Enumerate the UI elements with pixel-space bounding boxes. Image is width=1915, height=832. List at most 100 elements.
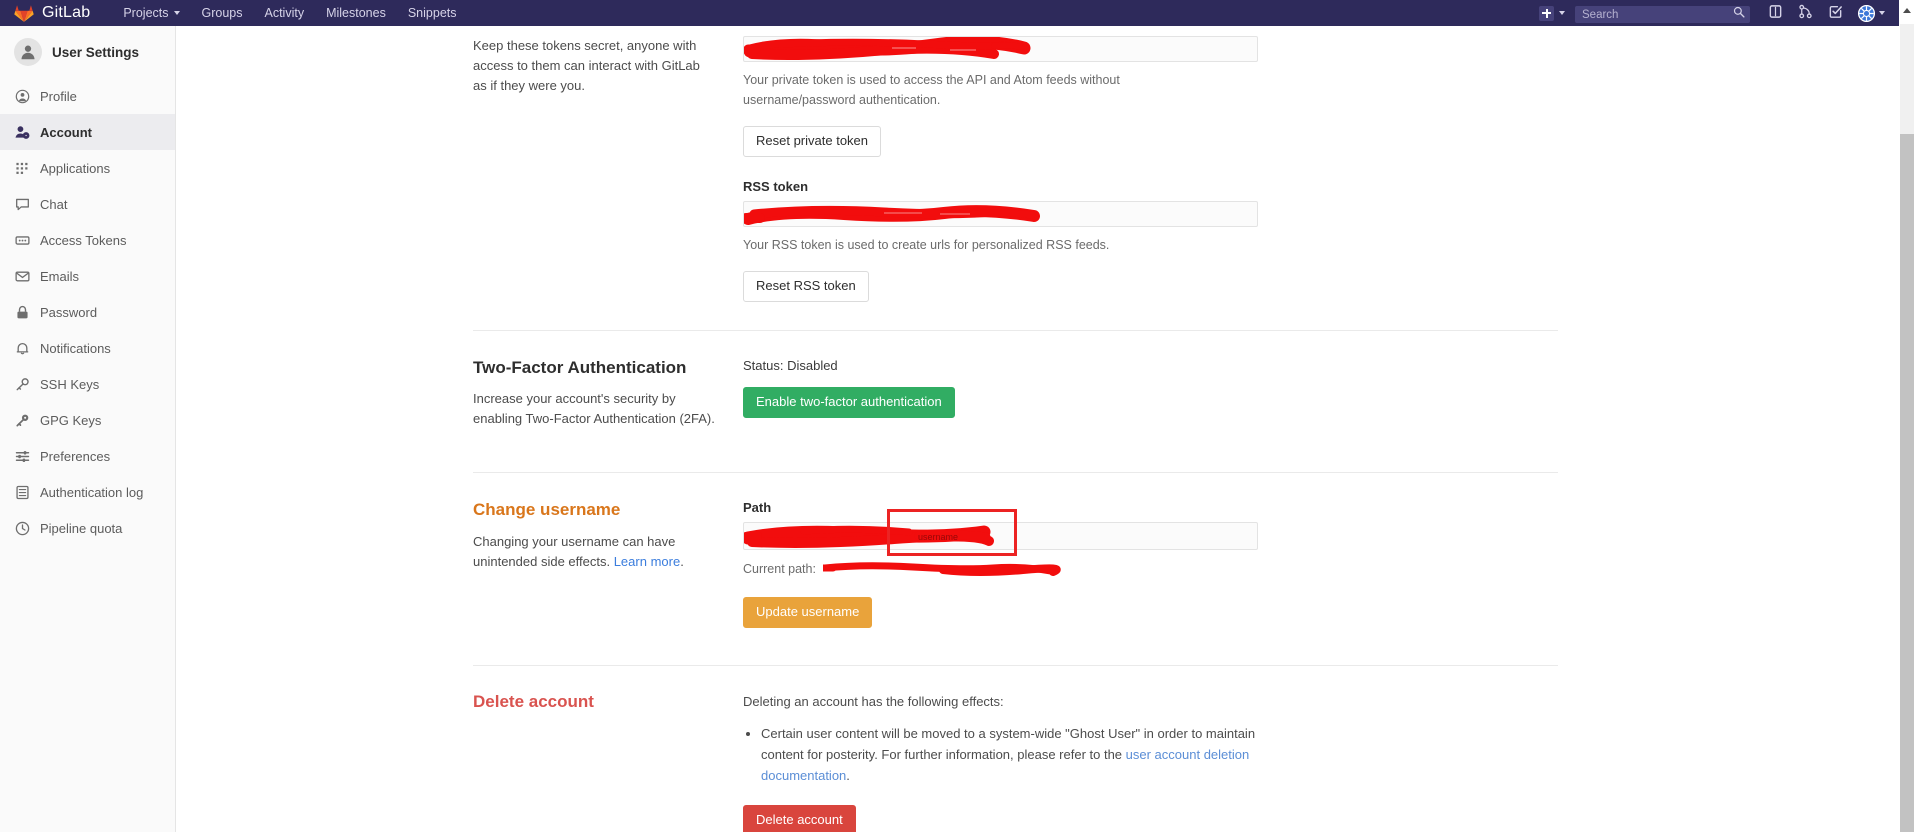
- sidebar-item-label: Account: [40, 124, 92, 140]
- sidebar-item-password[interactable]: Password: [0, 294, 175, 330]
- navbar-right-group: [1531, 0, 1899, 26]
- sidebar-item-pipeline-quota[interactable]: Pipeline quota: [0, 510, 175, 546]
- change-username-description: Changing your username can have unintend…: [473, 532, 715, 572]
- divider-change-username: [473, 472, 1558, 474]
- current-path-line: Current path:: [743, 562, 1558, 580]
- redaction-scribble: [744, 204, 1040, 225]
- sidebar-item-notifications[interactable]: Notifications: [0, 330, 175, 366]
- sidebar-item-label: Authentication log: [40, 484, 144, 500]
- nav-link-groups[interactable]: Groups: [191, 0, 254, 26]
- delete-account-left: Delete account: [473, 692, 743, 832]
- sidebar-item-ssh-keys[interactable]: SSH Keys: [0, 366, 175, 402]
- two-factor-status: Status: Disabled: [743, 357, 838, 373]
- issues-button[interactable]: [1760, 0, 1790, 26]
- user-gear-icon: [14, 124, 30, 140]
- merge-requests-icon: [1798, 4, 1813, 22]
- svg-text:username: username: [918, 532, 958, 542]
- gitlab-brand[interactable]: GitLab: [0, 0, 112, 26]
- sidebar-item-account[interactable]: Account: [0, 114, 175, 150]
- account-settings-content: Keep these tokens secret, anyone with ac…: [176, 26, 1899, 832]
- change-username-section: Change username Changing your username c…: [473, 500, 1558, 629]
- reset-rss-token-button[interactable]: Reset RSS token: [743, 270, 869, 302]
- nav-link-activity-label: Activity: [264, 6, 305, 20]
- chevron-down-icon: [1879, 11, 1885, 15]
- gitlab-brand-label: GitLab: [42, 4, 91, 21]
- sidebar-item-label: Pipeline quota: [40, 520, 123, 536]
- search-box[interactable]: [1575, 5, 1750, 23]
- nav-link-milestones-label: Milestones: [326, 6, 386, 20]
- bell-icon: [14, 340, 30, 356]
- private-token-help: Your private token is used to access the…: [743, 73, 1120, 107]
- new-item-button[interactable]: [1531, 0, 1573, 26]
- token-card-icon: [14, 232, 30, 248]
- redaction-scribble: [744, 37, 1031, 60]
- rss-token-help: Your RSS token is used to create urls fo…: [743, 237, 1110, 252]
- path-input[interactable]: username: [743, 522, 1258, 551]
- sidebar-item-label: Preferences: [40, 448, 111, 464]
- list-document-icon: [14, 484, 30, 500]
- change-username-title: Change username: [473, 500, 621, 520]
- delete-account-effects-list: Certain user content will be moved to a …: [761, 724, 1558, 786]
- search-input[interactable]: [1575, 6, 1750, 23]
- nav-link-snippets[interactable]: Snippets: [397, 0, 468, 26]
- lock-icon: [14, 304, 30, 320]
- two-factor-section: Two-Factor Authentication Increase your …: [473, 358, 1558, 430]
- todos-button[interactable]: [1820, 0, 1850, 26]
- sidebar-item-label: Access Tokens: [40, 232, 127, 248]
- sidebar-item-label: Profile: [40, 88, 77, 104]
- plus-icon: [1539, 5, 1554, 21]
- delete-account-button[interactable]: Delete account: [743, 804, 856, 832]
- enable-two-factor-button[interactable]: Enable two-factor authentication: [743, 386, 955, 418]
- sidebar-item-label: Applications: [40, 160, 111, 176]
- sidebar-item-label: Password: [40, 304, 98, 320]
- sidebar-item-applications[interactable]: Applications: [0, 150, 175, 186]
- tokens-description: Keep these tokens secret, anyone with ac…: [473, 38, 700, 94]
- sidebar-item-label: SSH Keys: [40, 376, 100, 392]
- main-nav-links: Projects Groups Activity Milestones Snip…: [112, 0, 467, 26]
- nav-link-projects[interactable]: Projects: [112, 0, 190, 26]
- chevron-down-icon: [173, 11, 180, 15]
- merge-requests-button[interactable]: [1790, 0, 1820, 26]
- reset-private-token-button[interactable]: Reset private token: [743, 126, 882, 157]
- tokens-section: Keep these tokens secret, anyone with ac…: [473, 36, 1558, 302]
- nav-link-activity[interactable]: Activity: [254, 0, 316, 26]
- vertical-scrollbar[interactable]: [1899, 0, 1915, 832]
- sidebar-item-emails[interactable]: Emails: [0, 258, 175, 294]
- gitlab-logo-icon: [14, 3, 34, 23]
- divider-delete-account: [473, 665, 1558, 667]
- change-username-left: Change username Changing your username c…: [473, 500, 743, 628]
- user-menu-button[interactable]: [1850, 0, 1891, 26]
- list-item: Certain user content will be moved to a …: [761, 724, 1273, 786]
- change-username-description-period: .: [680, 553, 684, 569]
- sidebar-item-preferences[interactable]: Preferences: [0, 438, 175, 474]
- delete-account-section: Delete account Deleting an account has t…: [473, 692, 1558, 832]
- sidebar-item-gpg-keys[interactable]: GPG Keys: [0, 402, 175, 438]
- sidebar-item-access-tokens[interactable]: Access Tokens: [0, 222, 175, 258]
- key-icon: [14, 376, 30, 392]
- scrollbar-thumb[interactable]: [1900, 24, 1914, 134]
- sidebar-item-profile[interactable]: Profile: [0, 78, 175, 114]
- update-username-button[interactable]: Update username: [743, 597, 873, 629]
- current-path-value: [819, 562, 1062, 577]
- delete-account-title: Delete account: [473, 692, 594, 712]
- learn-more-link[interactable]: Learn more: [614, 554, 680, 569]
- scrollbar-lower-track[interactable]: [1900, 134, 1914, 832]
- sliders-icon: [14, 448, 30, 464]
- rss-token-label: RSS token: [743, 178, 809, 194]
- redaction-scribble: username: [744, 525, 994, 549]
- delete-effect-period: .: [846, 768, 850, 784]
- issues-icon: [1768, 4, 1783, 22]
- sidebar-title: User Settings: [52, 44, 140, 60]
- scroll-up-arrow-icon[interactable]: [1903, 8, 1911, 13]
- rss-token-input[interactable]: [743, 200, 1258, 227]
- tokens-section-left: Keep these tokens secret, anyone with ac…: [473, 36, 743, 302]
- private-token-input[interactable]: [743, 36, 1258, 62]
- delete-account-intro: Deleting an account has the following ef…: [743, 694, 1004, 710]
- nav-link-milestones[interactable]: Milestones: [315, 0, 397, 26]
- sidebar-item-chat[interactable]: Chat: [0, 186, 175, 222]
- sidebar-header: User Settings: [0, 26, 175, 78]
- comment-icon: [14, 196, 30, 212]
- sidebar-item-authentication-log[interactable]: Authentication log: [0, 474, 175, 510]
- chevron-down-icon: [1559, 11, 1565, 15]
- two-factor-title: Two-Factor Authentication: [473, 357, 687, 377]
